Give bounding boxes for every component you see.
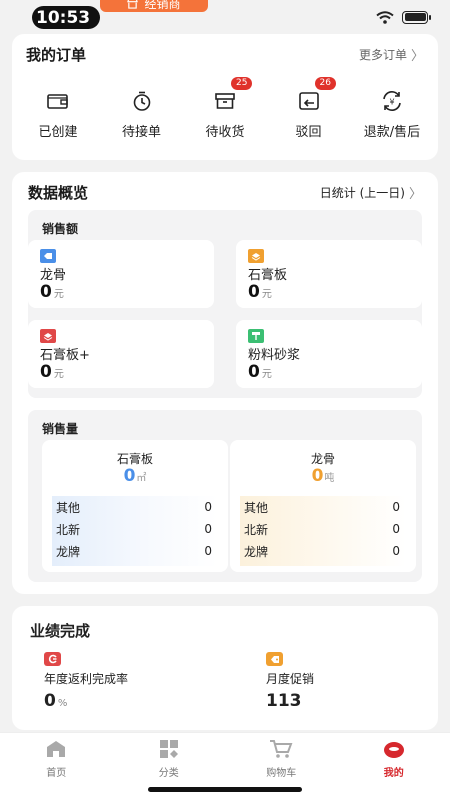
order-refund[interactable]: ¥ 退款/售后	[352, 88, 432, 140]
order-pending-receive-label: 待收货	[205, 125, 245, 140]
performance-title: 业绩完成	[30, 622, 91, 640]
volume-card-keel[interactable]: 龙骨 0吨 其他 0 北新 0 龙牌 0	[230, 440, 416, 572]
tile-value: 0元	[248, 362, 272, 382]
sales-amount-title: 销售额	[42, 222, 79, 236]
perf-monthly-promo[interactable]: 月度促销 113	[266, 652, 314, 711]
timer-icon	[129, 88, 155, 114]
tab-home-label: 首页	[46, 768, 67, 779]
perf-annual-rebate[interactable]: 年度返利完成率 0%	[44, 652, 128, 711]
tag-icon	[40, 249, 56, 263]
promo-tag-icon	[266, 652, 283, 666]
box-icon	[212, 88, 238, 114]
tab-cart-label: 购物车	[266, 768, 297, 779]
tab-profile[interactable]: 我的	[338, 733, 450, 800]
list-item: 龙牌 0	[56, 544, 212, 559]
more-orders-label: 更多订单	[358, 47, 407, 62]
layers-icon	[40, 329, 56, 343]
tab-profile-label: 我的	[383, 768, 404, 779]
tile-value: 0元	[40, 282, 64, 302]
perf-value: 0%	[44, 691, 68, 711]
return-icon	[296, 88, 322, 114]
sales-tile-gypsum-plus[interactable]: 石膏板+ 0元	[28, 320, 214, 388]
refund-icon: ¥	[379, 88, 405, 114]
tile-name: 石膏板+	[40, 348, 90, 363]
cart-icon	[270, 740, 293, 758]
sales-amount-group: 销售额 龙骨 0元 石膏板 0元 石膏板+ 0元 粉料砂浆 0 元	[28, 210, 422, 398]
data-overview-card: 数据概览 日统计 (上一日) 〉 销售额 龙骨 0元 石膏板 0元 石膏板+ 0…	[12, 172, 438, 594]
more-orders-link[interactable]: 更多订单 〉	[359, 45, 424, 64]
sales-tile-keel[interactable]: 龙骨 0元	[28, 240, 214, 308]
chevron-right-icon: 〉	[410, 48, 424, 64]
list-item: 北新 0	[244, 522, 400, 537]
order-pending-accept-label: 待接单	[121, 125, 161, 140]
layers-icon	[248, 249, 264, 263]
rebate-icon	[44, 652, 61, 666]
order-status-row: 已创建 待接单 25 待收货 26 驳回 ¥ 退款/售后	[12, 74, 438, 140]
store-icon	[127, 0, 139, 9]
perf-value: 113	[266, 691, 302, 711]
order-pending-accept[interactable]: 待接单	[102, 88, 182, 140]
perf-label: 年度返利完成率	[44, 672, 129, 686]
dealer-pill[interactable]: 经销商	[100, 0, 208, 12]
sales-tile-gypsum[interactable]: 石膏板 0元	[236, 240, 422, 308]
sales-volume-title: 销售量	[42, 422, 79, 436]
list-item: 北新 0	[56, 522, 212, 537]
volume-breakdown-list: 其他 0 北新 0 龙牌 0	[52, 496, 218, 566]
bottom-tab-bar: 首页 分类 购物车 我的	[0, 732, 450, 800]
tile-value: 0元	[40, 362, 64, 382]
profile-icon	[383, 742, 404, 758]
period-label: 日统计 (上一日)	[319, 185, 405, 200]
wifi-icon	[376, 10, 394, 24]
list-item: 其他 0	[244, 500, 400, 515]
order-created-label: 已创建	[38, 125, 78, 140]
tab-home[interactable]: 首页	[0, 733, 113, 800]
period-selector[interactable]: 日统计 (上一日) 〉	[320, 183, 422, 202]
volume-breakdown-list: 其他 0 北新 0 龙牌 0	[240, 496, 406, 566]
status-time: 10:53	[32, 5, 101, 29]
order-rejected[interactable]: 26 驳回	[269, 77, 349, 140]
home-icon	[47, 741, 66, 757]
status-icons	[376, 10, 431, 24]
order-pending-receive[interactable]: 25 待收货	[185, 77, 265, 140]
orders-card: 我的订单 更多订单 〉 已创建 待接单 25 待收货 26 驳回 ¥ 退款/售后	[12, 34, 438, 160]
chevron-right-icon: 〉	[408, 186, 422, 202]
list-item: 龙牌 0	[244, 544, 400, 559]
tab-category-label: 分类	[158, 768, 179, 779]
volume-card-gypsum[interactable]: 石膏板 0㎡ 其他 0 北新 0 龙牌 0	[42, 440, 228, 572]
home-indicator	[148, 787, 302, 792]
sales-tile-mortar[interactable]: 粉料砂浆 0元	[236, 320, 422, 388]
overview-title: 数据概览	[28, 183, 89, 202]
roller-icon	[248, 329, 264, 343]
sales-volume-group: 销售量 石膏板 0㎡ 其他 0 北新 0 龙牌 0 龙骨 0吨 其他 0 北新 0 龙牌 0	[28, 410, 422, 582]
grid-icon	[159, 740, 178, 758]
tile-name: 龙骨	[40, 268, 67, 283]
orders-title: 我的订单	[26, 45, 87, 64]
tile-name: 石膏板	[248, 268, 288, 283]
volume-card-name: 龙骨	[310, 452, 335, 466]
list-item: 其他 0	[56, 500, 212, 515]
tile-name: 粉料砂浆	[248, 348, 301, 363]
svg-text:¥: ¥	[389, 98, 394, 107]
performance-card: 业绩完成 年度返利完成率 0% 月度促销 113	[12, 606, 438, 730]
order-created[interactable]: 已创建	[18, 88, 98, 140]
tile-value: 0元	[248, 282, 272, 302]
volume-card-total: 0吨	[311, 466, 335, 486]
perf-label: 月度促销	[266, 672, 315, 686]
dealer-pill-label: 经销商	[144, 0, 181, 11]
wallet-icon	[45, 88, 71, 114]
volume-card-name: 石膏板	[116, 452, 153, 466]
battery-icon	[402, 10, 431, 24]
status-bar: 10:53 经销商	[0, 0, 450, 34]
order-refund-label: 退款/售后	[363, 125, 421, 140]
volume-card-total: 0㎡	[123, 466, 147, 486]
order-rejected-label: 驳回	[295, 125, 322, 140]
